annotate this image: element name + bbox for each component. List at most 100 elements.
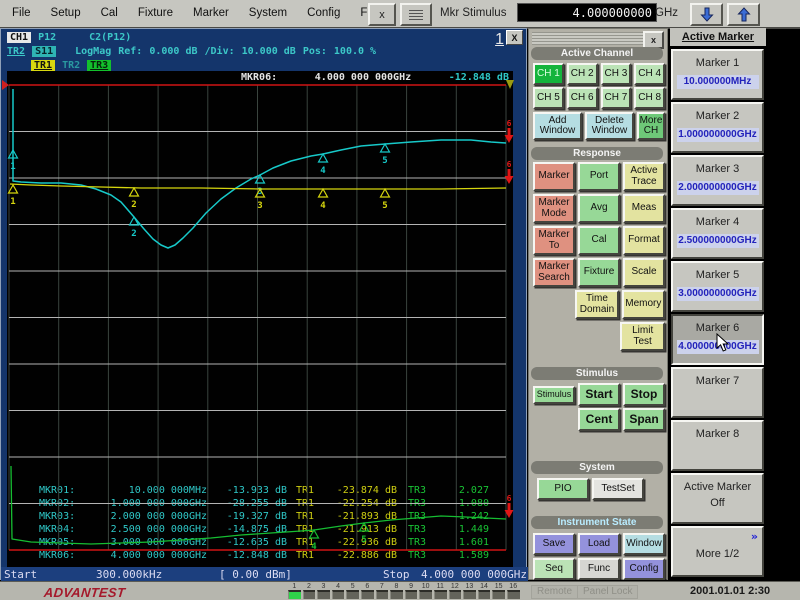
led-lamp <box>317 590 330 599</box>
func-button[interactable]: Func <box>578 558 620 580</box>
led-number: 11 <box>434 582 447 590</box>
marker-to-button[interactable]: Marker To <box>533 226 575 255</box>
format-button[interactable]: Format <box>623 226 665 255</box>
led-lamp <box>463 590 476 599</box>
marker-table-cell: TR3 <box>397 511 437 522</box>
marker-2-button[interactable]: Marker 21.000000000GHz <box>671 102 764 153</box>
testset-button[interactable]: TestSet <box>592 478 644 500</box>
marker-step-down-button[interactable] <box>690 3 723 26</box>
channel-button-ch-8[interactable]: CH 8 <box>634 87 665 109</box>
channel-label[interactable]: CH1 <box>7 32 31 43</box>
marker-table-cell: 1.080 <box>437 498 489 509</box>
pio-button[interactable]: PIO <box>537 478 589 500</box>
marker-7-button[interactable]: Marker 7 <box>671 367 764 418</box>
marker-table: MKR01:10.000 000MHz-13.933 dBTR1-23.874 … <box>1 71 528 567</box>
active-trace-button[interactable]: Active Trace <box>623 162 665 191</box>
delete-window-button[interactable]: Delete Window <box>585 112 634 140</box>
advantest-logo: ADVANTEST <box>43 585 126 600</box>
pos-value: 100.0 % <box>334 46 376 57</box>
marker-step-up-button[interactable] <box>727 3 760 26</box>
marker-table-cell: TR3 <box>397 524 437 535</box>
scale-button[interactable]: Scale <box>623 258 665 287</box>
limit-test-button[interactable]: Limit Test <box>620 322 665 351</box>
trace-info-row: TR2 S11 LogMag Ref: 0.000 dB /Div: 10.00… <box>7 45 522 58</box>
add-window-button[interactable]: Add Window <box>533 112 582 140</box>
menu-item-system[interactable]: System <box>239 7 297 19</box>
menu-item-config[interactable]: Config <box>297 7 350 19</box>
marker-table-cell: TR3 <box>397 498 437 509</box>
more-ch-button[interactable]: More CH <box>637 112 665 140</box>
cal-button[interactable]: Cal <box>578 226 620 255</box>
led-number: 8 <box>390 582 403 590</box>
active-marker-off-button[interactable]: Active Marker Off <box>671 473 764 524</box>
menu-item-fixture[interactable]: Fixture <box>128 7 183 19</box>
start-button[interactable]: Start <box>578 383 620 406</box>
marker-table-cell: -19.327 dB <box>207 511 287 522</box>
active-marker-off-line1: Active Marker <box>673 481 762 493</box>
window-list-button[interactable] <box>400 3 432 26</box>
marker-table-cell: MKR06: <box>39 550 89 561</box>
close-window-button[interactable]: x <box>368 3 396 26</box>
active-trace-label[interactable]: TR2 <box>7 46 25 57</box>
marker-1-button[interactable]: Marker 110.000000MHz <box>671 49 764 100</box>
marker-button[interactable]: Marker <box>533 162 575 191</box>
seq-button[interactable]: Seq <box>533 558 575 580</box>
led-number: 15 <box>492 582 505 590</box>
panel-lock-indicator: Panel Lock <box>577 585 638 599</box>
marker-8-button[interactable]: Marker 8 <box>671 420 764 471</box>
tab-tr2[interactable]: TR2 <box>62 60 80 71</box>
memory-button[interactable]: Memory <box>622 290 665 319</box>
fixture-button[interactable]: Fixture <box>578 258 620 287</box>
marker-4-button[interactable]: Marker 42.500000000GHz <box>671 208 764 259</box>
stop-button[interactable]: Stop <box>623 383 665 406</box>
parameter-label[interactable]: S11 <box>32 46 56 57</box>
marker-3-button[interactable]: Marker 32.000000000GHz <box>671 155 764 206</box>
channel-button-ch-4[interactable]: CH 4 <box>634 63 665 85</box>
marker-table-cell: 1.601 <box>437 537 489 548</box>
menu-item-file[interactable]: File <box>2 7 41 19</box>
meas-button[interactable]: Meas <box>623 194 665 223</box>
marker-5-button[interactable]: Marker 53.000000000GHz <box>671 261 764 312</box>
menu-item-cal[interactable]: Cal <box>91 7 128 19</box>
channel-button-ch-3[interactable]: CH 3 <box>601 63 632 85</box>
marker-6-button[interactable]: Marker 64.000000000GHz <box>671 314 764 365</box>
channel-button-ch-1[interactable]: CH 1 <box>533 63 564 85</box>
panel-grip[interactable] <box>532 32 644 45</box>
channel-button-ch-5[interactable]: CH 5 <box>533 87 564 109</box>
led-lamp <box>303 590 316 599</box>
config-button[interactable]: Config <box>623 558 665 580</box>
marker-table-cell: MKR01: <box>39 485 89 496</box>
marker-table-cell: 3.000 000 000GHz <box>89 537 207 548</box>
window-button[interactable]: Window <box>623 533 665 555</box>
tab-tr1[interactable]: TR1 <box>31 60 55 71</box>
led-number: 10 <box>419 582 432 590</box>
led-3: 3 <box>317 582 330 599</box>
marker-search-button[interactable]: Marker Search <box>533 258 575 287</box>
menu-item-setup[interactable]: Setup <box>41 7 91 19</box>
channel-button-ch-2[interactable]: CH 2 <box>567 63 598 85</box>
port-button[interactable]: Port <box>578 162 620 191</box>
marker-mode-button[interactable]: Marker Mode <box>533 194 575 223</box>
led-16: 16 <box>507 582 520 599</box>
window-close-button[interactable]: X <box>506 30 523 45</box>
led-lamp <box>390 590 403 599</box>
avg-button[interactable]: Avg <box>578 194 620 223</box>
stimulus-row2: CentSpan <box>531 408 665 431</box>
span-button[interactable]: Span <box>623 408 665 431</box>
channel-button-ch-6[interactable]: CH 6 <box>567 87 598 109</box>
save-button[interactable]: Save <box>533 533 575 555</box>
tab-tr3[interactable]: TR3 <box>87 60 111 71</box>
active-channel-header: Active Channel <box>531 47 663 60</box>
time-domain-button[interactable]: Time Domain <box>575 290 618 319</box>
menu-item-marker[interactable]: Marker <box>183 7 239 19</box>
channel-button-ch-7[interactable]: CH 7 <box>601 87 632 109</box>
more-pages-button[interactable]: »More 1/2 <box>671 526 764 577</box>
more-button-label: More 1/2 <box>673 548 762 560</box>
stimulus-button[interactable]: Stimulus <box>533 386 575 404</box>
mkr-stimulus-input[interactable] <box>517 3 657 22</box>
cent-button[interactable]: Cent <box>578 408 620 431</box>
system-header: System <box>531 461 663 474</box>
active-marker-off-line2: Off <box>673 497 762 509</box>
marker-table-cell: 10.000 000MHz <box>89 485 207 496</box>
load-button[interactable]: Load <box>578 533 620 555</box>
